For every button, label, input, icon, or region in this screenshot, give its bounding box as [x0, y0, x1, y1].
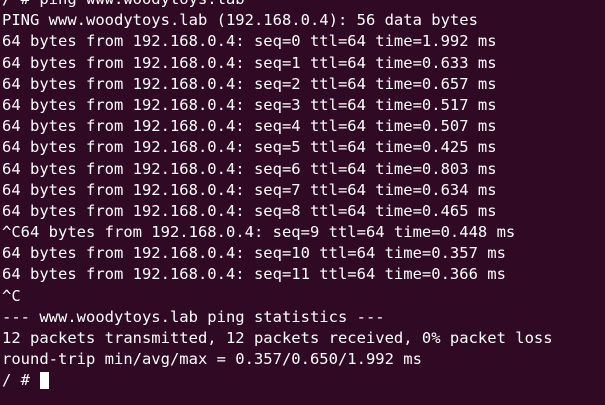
text-cursor	[40, 372, 50, 390]
terminal-prompt-line[interactable]: / #	[2, 370, 553, 391]
terminal-line: ^C	[2, 286, 21, 305]
terminal-line: / # ping www.woodytoys.lab	[2, 0, 553, 10]
terminal-line: round-trip min/avg/max = 0.357/0.650/1.9…	[2, 350, 422, 369]
terminal-line: 64 bytes from 192.168.0.4: seq=0 ttl=64 …	[2, 32, 497, 51]
terminal-line: 64 bytes from 192.168.0.4: seq=2 ttl=64 …	[2, 74, 497, 93]
terminal-line: 64 bytes from 192.168.0.4: seq=6 ttl=64 …	[2, 159, 497, 178]
terminal-line: 64 bytes from 192.168.0.4: seq=5 ttl=64 …	[2, 138, 497, 157]
terminal-line: 64 bytes from 192.168.0.4: seq=10 ttl=64…	[2, 244, 506, 263]
terminal-line: --- www.woodytoys.lab ping statistics --…	[2, 307, 385, 326]
terminal-line: 64 bytes from 192.168.0.4: seq=11 ttl=64…	[2, 265, 506, 284]
terminal-line: 12 packets transmitted, 12 packets recei…	[2, 329, 553, 347]
terminal-window[interactable]: / # ping www.woodytoys.lab PING www.wood…	[0, 0, 605, 405]
terminal-line: 64 bytes from 192.168.0.4: seq=3 ttl=64 …	[2, 95, 497, 114]
terminal-prompt: / #	[2, 371, 40, 390]
terminal-output: / # ping www.woodytoys.lab PING www.wood…	[2, 0, 553, 392]
terminal-line: 64 bytes from 192.168.0.4: seq=8 ttl=64 …	[2, 201, 497, 220]
terminal-line: PING www.woodytoys.lab (192.168.0.4): 56…	[2, 11, 478, 30]
terminal-line: 64 bytes from 192.168.0.4: seq=7 ttl=64 …	[2, 180, 497, 199]
terminal-line: 64 bytes from 192.168.0.4: seq=4 ttl=64 …	[2, 117, 497, 136]
terminal-line: ^C64 bytes from 192.168.0.4: seq=9 ttl=6…	[2, 223, 516, 242]
terminal-line: 64 bytes from 192.168.0.4: seq=1 ttl=64 …	[2, 53, 497, 72]
